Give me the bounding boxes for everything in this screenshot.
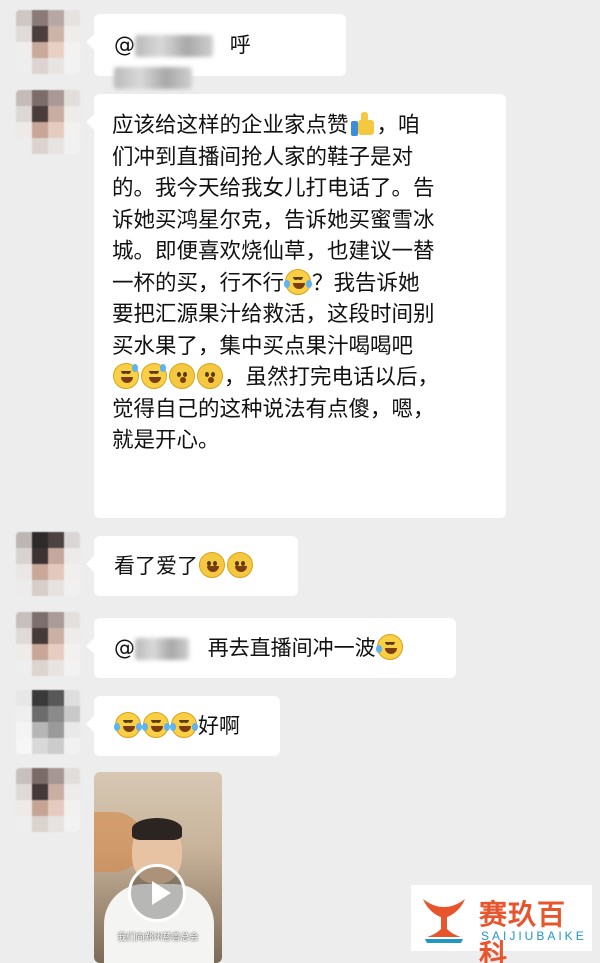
message-line: 就是开心。 xyxy=(112,428,220,453)
smile-icon xyxy=(199,552,225,578)
message-line: 要把汇源果汁给救活，这段时间别 xyxy=(112,302,435,327)
redacted-name xyxy=(135,638,189,660)
flushed-icon xyxy=(197,363,223,389)
message-line: 的。我今天给我女儿打电话了。告 xyxy=(112,176,435,201)
redacted-text xyxy=(114,67,192,89)
avatar[interactable] xyxy=(16,90,80,154)
video-message[interactable]: 我们向郑州慈善总会 xyxy=(94,772,222,963)
message-bubble[interactable]: @ 呼 xyxy=(86,14,346,89)
watermark: 赛玖百科 SAIJIUBAIKE xyxy=(411,885,592,963)
message-text: 好啊 xyxy=(198,714,240,738)
message-bubble[interactable]: @ 再去直播间冲一波 xyxy=(86,618,456,678)
message-line: 买水果了，集中买点果汁喝喝吧 xyxy=(112,333,414,359)
watermark-title: 赛玖百科 xyxy=(479,898,567,963)
play-icon[interactable] xyxy=(128,864,186,922)
video-person-hair xyxy=(132,818,182,840)
sweat-smile-icon xyxy=(113,363,139,389)
mention-prefix: @ xyxy=(114,636,135,660)
tears-of-joy-icon xyxy=(114,712,142,738)
rofl-icon xyxy=(375,634,403,660)
mention-prefix: @ xyxy=(114,33,135,57)
message-line: 一杯的买，行不行 ？我告诉她 xyxy=(112,268,420,296)
redacted-name xyxy=(135,35,213,57)
sweat-smile-icon xyxy=(141,363,167,389)
avatar[interactable] xyxy=(16,612,80,676)
message-line: 应该给这样的企业家点赞 ，咱 xyxy=(112,111,420,138)
message-line: 觉得自己的这种说法有点傻，嗯， xyxy=(112,396,435,422)
tears-of-joy-icon xyxy=(142,712,170,738)
whale-tail-logo-icon xyxy=(423,899,465,943)
message-bubble[interactable]: 看了爱了 xyxy=(86,536,298,596)
avatar[interactable] xyxy=(16,768,80,832)
message-text: 再去直播间冲一波 xyxy=(207,636,376,660)
avatar[interactable] xyxy=(16,690,80,754)
tears-of-joy-icon xyxy=(284,268,313,295)
avatar[interactable] xyxy=(16,10,80,74)
message-bubble[interactable]: 好啊 xyxy=(86,696,280,756)
message-text: 看了爱了 xyxy=(114,554,198,578)
thumbs-up-icon xyxy=(350,111,376,137)
message-line: 诉她买鸿星尔克，告诉她买蜜雪冰 xyxy=(112,207,435,233)
avatar[interactable] xyxy=(16,532,80,596)
watermark-subtitle: SAIJIUBAIKE xyxy=(481,929,587,943)
message-bubble[interactable]: 应该给这样的企业家点赞 ，咱 们冲到直播间抢人家的鞋子是对 的。我今天给我女儿打电… xyxy=(86,94,506,518)
message-line: ，虽然打完电话以后， xyxy=(112,362,488,394)
message-line: 们冲到直播间抢人家的鞋子是对 xyxy=(112,144,414,170)
smile-icon xyxy=(227,552,253,578)
flushed-icon xyxy=(169,363,195,389)
tears-of-joy-icon xyxy=(170,712,198,738)
message-text: 呼 xyxy=(229,33,251,57)
video-caption: 我们向郑州慈善总会 xyxy=(117,933,199,943)
message-line: 城。即便喜欢烧仙草，也建议一替 xyxy=(112,239,435,264)
